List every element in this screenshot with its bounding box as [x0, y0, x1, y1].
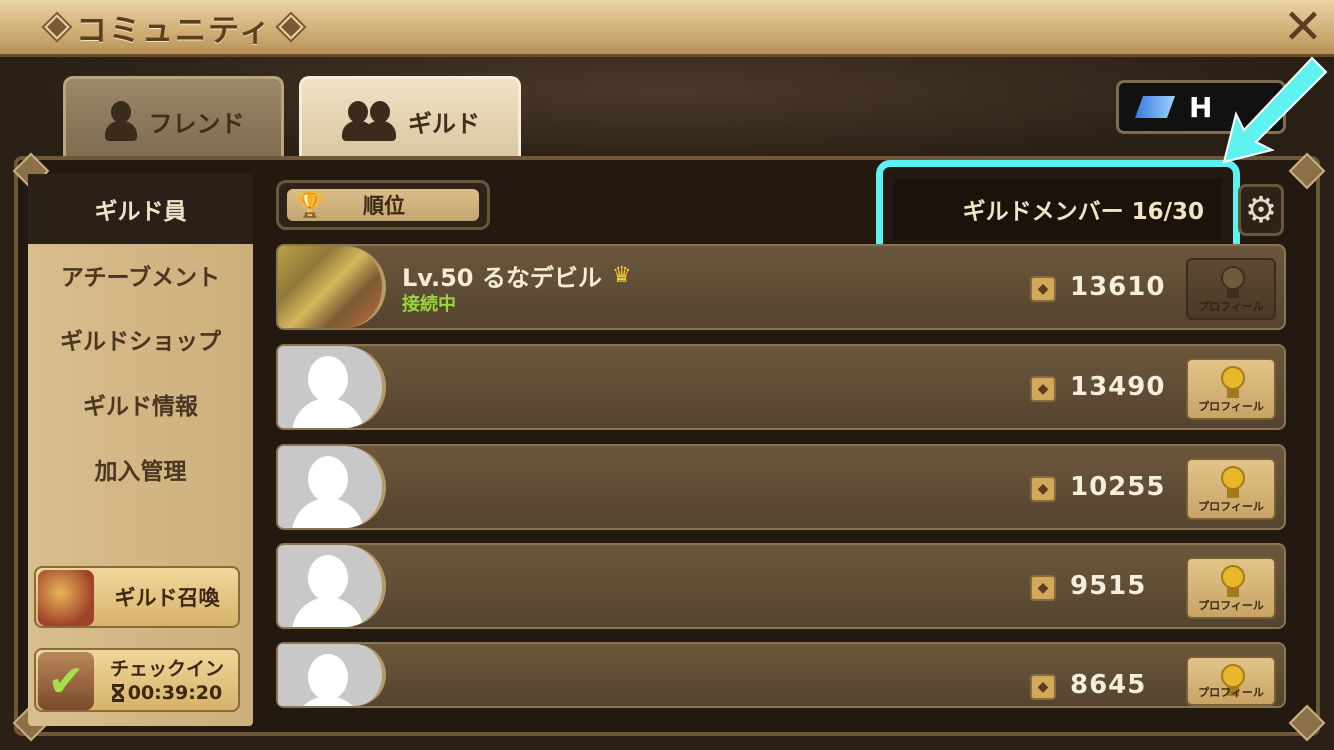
profile-button[interactable]: プロフィール — [1186, 656, 1276, 706]
profile-button-label: プロフィール — [1198, 500, 1264, 513]
profile-icon — [1221, 266, 1245, 298]
contribution-icon: ◆ — [1030, 376, 1056, 402]
hourglass-icon — [111, 684, 124, 702]
checkmark-icon: ✔ — [38, 652, 94, 710]
title-bar: コミュニティ ✕ — [0, 0, 1334, 57]
guild-summon-label: ギルド召喚 — [114, 586, 220, 610]
member-name-text: Lv.50 るなデビル — [402, 264, 602, 292]
guild-summon-button[interactable]: ギルド召喚 — [34, 566, 240, 628]
member-row[interactable]: Lv.50 るなデビル ♛ 接続中 ◆ 13610 プロフィール — [276, 244, 1286, 330]
crystal-icon — [1135, 96, 1175, 118]
member-row[interactable]: ◆ 9515 プロフィール — [276, 543, 1286, 629]
rank-sort-label: 順位 — [363, 194, 405, 218]
contribution-icon: ◆ — [1030, 674, 1056, 700]
tab-guild-label: ギルド — [408, 109, 480, 138]
tab-friend[interactable]: フレンド — [63, 76, 284, 163]
profile-button[interactable]: プロフィール — [1186, 258, 1276, 320]
profile-button-label: プロフィール — [1198, 599, 1264, 612]
diamond-ornament-icon — [44, 14, 70, 40]
member-status: 接続中 — [402, 294, 456, 315]
friend-icon — [103, 101, 139, 141]
diamond-ornament-icon — [278, 14, 304, 40]
sidebar-item-guild-shop[interactable]: ギルドショップ — [28, 322, 253, 356]
avatar-placeholder — [278, 446, 386, 528]
contribution-icon: ◆ — [1030, 276, 1056, 302]
member-row[interactable]: ◆ 10255 プロフィール — [276, 444, 1286, 530]
rank-sort-button[interactable]: 🏆 順位 — [276, 180, 490, 230]
profile-icon — [1221, 366, 1245, 398]
profile-button[interactable]: プロフィール — [1186, 557, 1276, 619]
member-name: Lv.50 るなデビル ♛ — [402, 258, 632, 293]
avatar — [278, 246, 386, 328]
sidebar-item-achievements[interactable]: アチーブメント — [28, 258, 253, 292]
profile-icon — [1221, 466, 1245, 498]
rank-sort-inner: 🏆 順位 — [287, 189, 479, 221]
member-points: 8645 — [1070, 670, 1147, 700]
tab-friend-label: フレンド — [148, 109, 245, 138]
profile-button-label: プロフィール — [1198, 300, 1264, 313]
sidebar-item-join-management[interactable]: 加入管理 — [28, 452, 253, 486]
sidebar — [28, 174, 253, 726]
avatar-placeholder — [278, 644, 386, 706]
checkin-button[interactable]: ✔ チェックイン 00:39:20 — [34, 648, 240, 712]
member-row[interactable]: ◆ 8645 プロフィール — [276, 642, 1286, 708]
avatar-placeholder — [278, 346, 386, 428]
avatar-placeholder — [278, 545, 386, 627]
sidebar-item-guild-members[interactable]: ギルド員 — [28, 174, 253, 244]
trophy-icon: 🏆 — [295, 191, 325, 219]
scroll-icon — [38, 570, 94, 626]
page-title: コミュニティ — [76, 12, 273, 49]
profile-icon — [1221, 565, 1245, 597]
title-wrap: コミュニティ — [44, 6, 304, 49]
checkin-label: チェックイン — [109, 658, 224, 680]
member-points: 13490 — [1070, 372, 1166, 402]
close-button[interactable]: ✕ — [1280, 0, 1326, 55]
close-icon: ✕ — [1282, 0, 1324, 55]
gear-icon: ⚙ — [1244, 189, 1278, 231]
crystal-button-label: H — [1189, 90, 1213, 124]
member-points: 9515 — [1070, 571, 1147, 601]
settings-button[interactable]: ⚙ — [1238, 184, 1284, 236]
guild-icon — [340, 101, 398, 141]
profile-button[interactable]: プロフィール — [1186, 358, 1276, 420]
sidebar-item-guild-info[interactable]: ギルド情報 — [28, 387, 253, 421]
sidebar-item-label: ギルド員 — [94, 199, 187, 225]
annotation-arrow-icon — [1222, 56, 1328, 164]
profile-button[interactable]: プロフィール — [1186, 458, 1276, 520]
crown-icon: ♛ — [611, 263, 632, 288]
member-points: 10255 — [1070, 472, 1166, 502]
profile-button-label: プロフィール — [1198, 400, 1264, 413]
tab-guild[interactable]: ギルド — [299, 76, 521, 163]
member-points: 13610 — [1070, 272, 1166, 302]
checkin-timer: 00:39:20 — [100, 682, 234, 704]
profile-button-label: プロフィール — [1198, 686, 1264, 699]
member-row[interactable]: ◆ 13490 プロフィール — [276, 344, 1286, 430]
contribution-icon: ◆ — [1030, 575, 1056, 601]
contribution-icon: ◆ — [1030, 476, 1056, 502]
checkin-timer-value: 00:39:20 — [127, 682, 223, 704]
